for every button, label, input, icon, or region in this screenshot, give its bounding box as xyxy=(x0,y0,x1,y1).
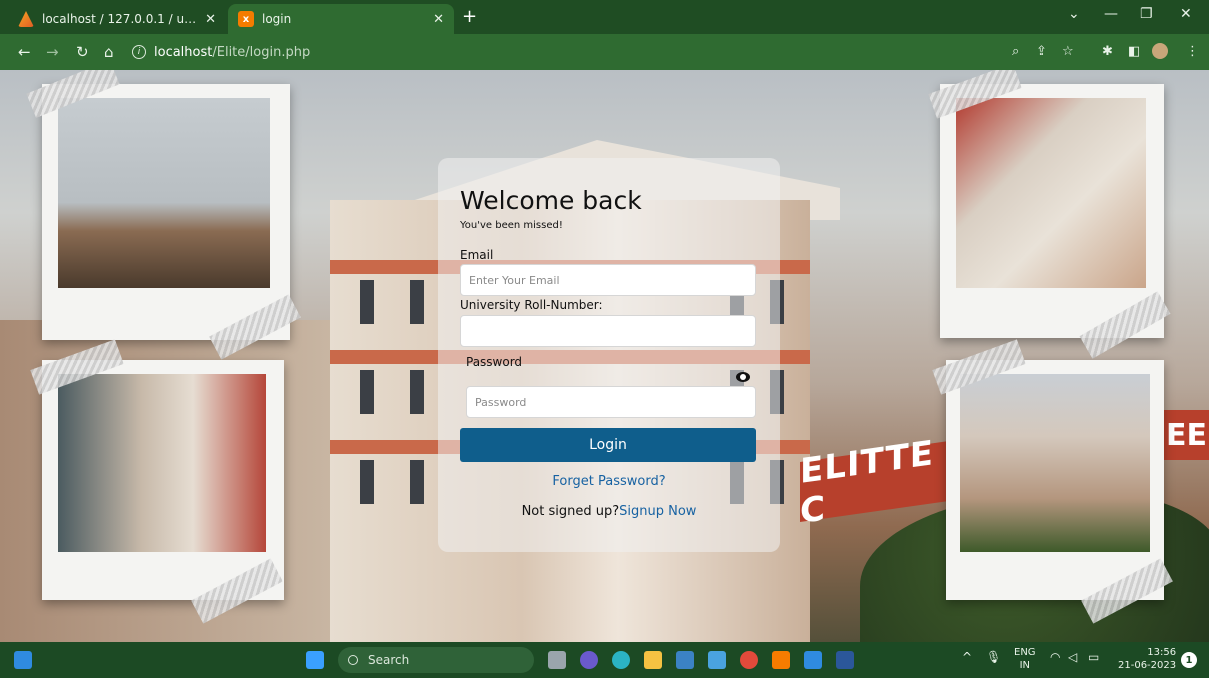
phpmyadmin-icon xyxy=(18,11,34,27)
campus-photo xyxy=(58,374,266,552)
close-icon[interactable]: ✕ xyxy=(205,12,216,27)
language-indicator[interactable]: ENG IN xyxy=(1014,646,1036,672)
tab-login[interactable]: x login ✕ xyxy=(228,4,454,34)
notification-badge[interactable]: 1 xyxy=(1181,652,1197,668)
subtitle: You've been missed! xyxy=(460,220,563,231)
chevron-up-icon[interactable]: ^ xyxy=(962,650,972,664)
share-icon[interactable]: ⇪ xyxy=(1036,44,1047,59)
login-button[interactable]: Login xyxy=(460,428,756,462)
file-explorer-icon[interactable] xyxy=(644,651,662,669)
signup-line: Not signed up?Signup Now xyxy=(438,504,780,519)
signup-prompt: Not signed up? xyxy=(521,504,620,519)
signup-link[interactable]: Signup Now xyxy=(619,504,696,519)
college-sign-right: EEI xyxy=(1160,410,1209,460)
email-label: Email xyxy=(460,248,494,262)
roll-number-field[interactable] xyxy=(460,315,756,347)
browser-tab-bar: localhost / 127.0.0.1 / usersform ✕ x lo… xyxy=(0,0,1209,34)
forward-icon[interactable]: → xyxy=(46,43,59,61)
roll-number-label: University Roll-Number: xyxy=(460,298,603,312)
store-icon[interactable] xyxy=(676,651,694,669)
minimize-icon[interactable]: — xyxy=(1104,6,1118,22)
photo-frame xyxy=(30,339,284,624)
tab-title: login xyxy=(262,12,292,26)
widgets-icon[interactable] xyxy=(14,651,32,669)
avatar[interactable] xyxy=(1152,43,1168,59)
search-label: Search xyxy=(368,653,410,667)
url-path: /Elite/login.php xyxy=(212,44,311,60)
mail-icon[interactable] xyxy=(708,651,726,669)
tab-usersform[interactable]: localhost / 127.0.0.1 / usersform ✕ xyxy=(8,4,226,34)
volume-icon[interactable]: ◁ xyxy=(1068,650,1077,664)
login-card: Welcome back You've been missed! Email U… xyxy=(438,158,780,552)
word-icon[interactable] xyxy=(836,651,854,669)
photo-frame xyxy=(928,70,1171,359)
side-panel-icon[interactable]: ◧ xyxy=(1128,44,1140,59)
xampp-icon: x xyxy=(238,11,254,27)
restore-icon[interactable]: ❐ xyxy=(1140,6,1153,22)
password-label: Password xyxy=(466,355,523,369)
taskbar-search[interactable]: Search xyxy=(338,647,534,673)
chevron-down-icon[interactable]: ⌄ xyxy=(1068,6,1080,22)
clock[interactable]: 13:56 21-06-2023 xyxy=(1118,646,1176,672)
photo-frame xyxy=(932,339,1173,624)
address-bar[interactable]: i localhost/Elite/login.php xyxy=(132,39,1192,65)
college-sign: ELITTE C xyxy=(800,433,970,532)
window-close-icon[interactable]: ✕ xyxy=(1180,6,1192,22)
chrome-icon[interactable] xyxy=(740,651,758,669)
wifi-icon[interactable]: ◠ xyxy=(1050,650,1060,664)
browser-toolbar: ← → ↻ ⌂ i localhost/Elite/login.php ⌕ ⇪ … xyxy=(0,34,1209,70)
xampp-icon[interactable] xyxy=(772,651,790,669)
taskbar: Search ^ 🎙 ENG IN ◠ ◁ ▭ 13:56 21-06-2023 1 xyxy=(0,642,1209,678)
campus-photo xyxy=(58,98,270,288)
battery-icon[interactable]: ▭ xyxy=(1088,650,1099,664)
page-title: Welcome back xyxy=(460,186,642,215)
vscode-icon[interactable] xyxy=(804,651,822,669)
start-icon[interactable] xyxy=(306,651,324,669)
task-view-icon[interactable] xyxy=(548,651,566,669)
star-icon[interactable]: ☆ xyxy=(1062,44,1074,59)
reload-icon[interactable]: ↻ xyxy=(76,43,89,61)
close-icon[interactable]: ✕ xyxy=(433,12,444,27)
new-tab-button[interactable]: + xyxy=(462,8,477,26)
eye-icon[interactable] xyxy=(736,372,750,382)
edge-icon[interactable] xyxy=(612,651,630,669)
campus-photo xyxy=(960,374,1150,552)
extensions-icon[interactable]: ✱ xyxy=(1102,44,1113,59)
back-icon[interactable]: ← xyxy=(18,43,31,61)
zoom-icon[interactable]: ⌕ xyxy=(1012,44,1019,59)
info-icon[interactable]: i xyxy=(132,45,146,59)
microphone-icon[interactable]: 🎙 xyxy=(986,650,1001,664)
forget-password-link[interactable]: Forget Password? xyxy=(438,474,780,489)
password-field[interactable] xyxy=(466,386,756,418)
login-page: ELITTE C EEI Welcome back You've been mi… xyxy=(0,70,1209,642)
email-field[interactable] xyxy=(460,264,756,296)
url-host: localhost xyxy=(154,44,213,60)
search-icon xyxy=(348,655,358,665)
menu-icon[interactable]: ⋮ xyxy=(1186,44,1199,59)
campus-photo xyxy=(956,98,1146,288)
photo-frame xyxy=(26,70,301,360)
home-icon[interactable]: ⌂ xyxy=(104,43,114,61)
chat-icon[interactable] xyxy=(580,651,598,669)
tab-title: localhost / 127.0.0.1 / usersform xyxy=(42,12,199,26)
